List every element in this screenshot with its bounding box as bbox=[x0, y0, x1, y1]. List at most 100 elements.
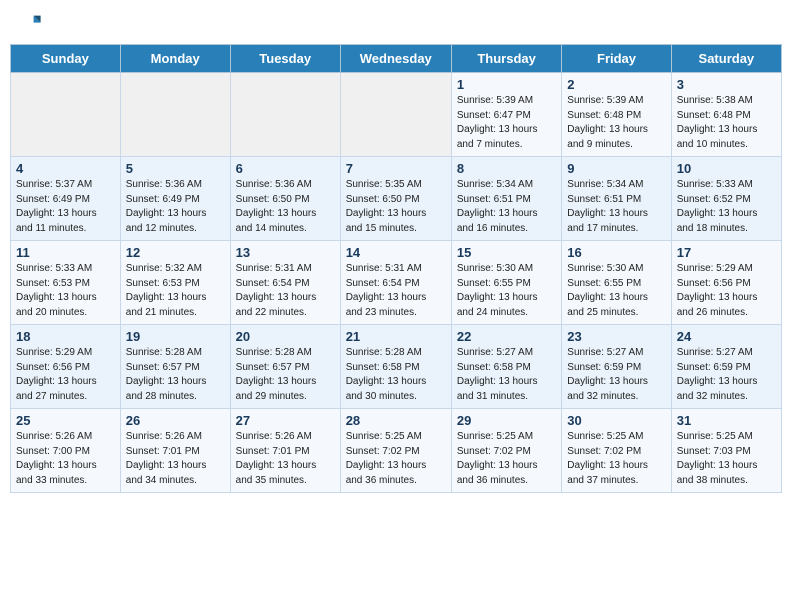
day-of-week-header: Saturday bbox=[671, 45, 781, 73]
calendar-cell: 20 Sunrise: 5:28 AM Sunset: 6:57 PM Dayli… bbox=[230, 325, 340, 409]
calendar-cell: 5 Sunrise: 5:36 AM Sunset: 6:49 PM Daylig… bbox=[120, 157, 230, 241]
day-number: 4 bbox=[16, 161, 115, 176]
day-number: 29 bbox=[457, 413, 556, 428]
calendar-cell: 28 Sunrise: 5:25 AM Sunset: 7:02 PM Dayli… bbox=[340, 409, 451, 493]
day-of-week-header: Monday bbox=[120, 45, 230, 73]
calendar-cell: 8 Sunrise: 5:34 AM Sunset: 6:51 PM Daylig… bbox=[451, 157, 561, 241]
day-content: Sunrise: 5:39 AM Sunset: 6:48 PM Dayligh… bbox=[567, 94, 665, 152]
calendar-cell: 2Sunrise: 5:39 AM Sunset: 6:48 PM Daylig… bbox=[562, 73, 671, 157]
day-content: Sunrise: 5:29 AM Sunset: 6:56 PM Dayligh… bbox=[677, 262, 776, 320]
day-number: 8 bbox=[457, 161, 556, 176]
day-of-week-header: Thursday bbox=[451, 45, 561, 73]
day-content: Sunrise: 5:27 AM Sunset: 6:59 PM Dayligh… bbox=[567, 346, 665, 404]
calendar-body: 1 Sunrise: 5:39 AM Sunset: 6:47 PM Daylig… bbox=[11, 73, 782, 493]
day-content: Sunrise: 5:37 AM Sunset: 6:49 PM Dayligh… bbox=[16, 178, 115, 236]
days-of-week-row: SundayMondayTuesdayWednesdayThursdayFrid… bbox=[11, 45, 782, 73]
day-number: 9 bbox=[567, 161, 665, 176]
calendar-cell: 18 Sunrise: 5:29 AM Sunset: 6:56 PM Dayli… bbox=[11, 325, 121, 409]
calendar-cell: 7Sunrise: 5:35 AM Sunset: 6:50 PM Daylig… bbox=[340, 157, 451, 241]
day-content: Sunrise: 5:34 AM Sunset: 6:51 PM Dayligh… bbox=[567, 178, 665, 236]
day-number: 14 bbox=[346, 245, 446, 260]
day-number: 25 bbox=[16, 413, 115, 428]
day-content: Sunrise: 5:30 AM Sunset: 6:55 PM Dayligh… bbox=[457, 262, 556, 320]
day-number: 5 bbox=[126, 161, 225, 176]
calendar-cell: 1 Sunrise: 5:39 AM Sunset: 6:47 PM Daylig… bbox=[451, 73, 561, 157]
day-content: Sunrise: 5:28 AM Sunset: 6:58 PM Dayligh… bbox=[346, 346, 446, 404]
day-number: 18 bbox=[16, 329, 115, 344]
logo bbox=[14, 10, 46, 38]
calendar-cell: 29 Sunrise: 5:25 AM Sunset: 7:02 PM Dayli… bbox=[451, 409, 561, 493]
calendar-cell: 12Sunrise: 5:32 AM Sunset: 6:53 PM Dayli… bbox=[120, 241, 230, 325]
day-content: Sunrise: 5:26 AM Sunset: 7:01 PM Dayligh… bbox=[236, 430, 335, 488]
day-number: 30 bbox=[567, 413, 665, 428]
calendar-cell: 24Sunrise: 5:27 AM Sunset: 6:59 PM Dayli… bbox=[671, 325, 781, 409]
day-content: Sunrise: 5:31 AM Sunset: 6:54 PM Dayligh… bbox=[346, 262, 446, 320]
day-content: Sunrise: 5:29 AM Sunset: 6:56 PM Dayligh… bbox=[16, 346, 115, 404]
calendar-cell: 27 Sunrise: 5:26 AM Sunset: 7:01 PM Dayli… bbox=[230, 409, 340, 493]
calendar-week-row: 25 Sunrise: 5:26 AM Sunset: 7:00 PM Dayli… bbox=[11, 409, 782, 493]
calendar-cell bbox=[340, 73, 451, 157]
day-of-week-header: Wednesday bbox=[340, 45, 451, 73]
calendar-week-row: 18 Sunrise: 5:29 AM Sunset: 6:56 PM Dayli… bbox=[11, 325, 782, 409]
day-number: 13 bbox=[236, 245, 335, 260]
calendar-cell: 10Sunrise: 5:33 AM Sunset: 6:52 PM Dayli… bbox=[671, 157, 781, 241]
calendar-cell bbox=[11, 73, 121, 157]
day-number: 20 bbox=[236, 329, 335, 344]
day-content: Sunrise: 5:25 AM Sunset: 7:02 PM Dayligh… bbox=[346, 430, 446, 488]
day-of-week-header: Sunday bbox=[11, 45, 121, 73]
calendar-cell: 9 Sunrise: 5:34 AM Sunset: 6:51 PM Daylig… bbox=[562, 157, 671, 241]
calendar-cell: 31 Sunrise: 5:25 AM Sunset: 7:03 PM Dayli… bbox=[671, 409, 781, 493]
day-number: 3 bbox=[677, 77, 776, 92]
day-number: 16 bbox=[567, 245, 665, 260]
day-content: Sunrise: 5:27 AM Sunset: 6:58 PM Dayligh… bbox=[457, 346, 556, 404]
calendar-cell: 6Sunrise: 5:36 AM Sunset: 6:50 PM Daylig… bbox=[230, 157, 340, 241]
calendar-week-row: 4 Sunrise: 5:37 AM Sunset: 6:49 PM Daylig… bbox=[11, 157, 782, 241]
day-content: Sunrise: 5:27 AM Sunset: 6:59 PM Dayligh… bbox=[677, 346, 776, 404]
day-number: 23 bbox=[567, 329, 665, 344]
day-content: Sunrise: 5:26 AM Sunset: 7:00 PM Dayligh… bbox=[16, 430, 115, 488]
calendar-cell: 23 Sunrise: 5:27 AM Sunset: 6:59 PM Dayli… bbox=[562, 325, 671, 409]
calendar-cell: 21Sunrise: 5:28 AM Sunset: 6:58 PM Dayli… bbox=[340, 325, 451, 409]
calendar-cell: 4 Sunrise: 5:37 AM Sunset: 6:49 PM Daylig… bbox=[11, 157, 121, 241]
day-number: 26 bbox=[126, 413, 225, 428]
calendar-cell: 13 Sunrise: 5:31 AM Sunset: 6:54 PM Dayli… bbox=[230, 241, 340, 325]
day-content: Sunrise: 5:39 AM Sunset: 6:47 PM Dayligh… bbox=[457, 94, 556, 152]
page-header bbox=[10, 10, 782, 38]
day-number: 1 bbox=[457, 77, 556, 92]
day-number: 10 bbox=[677, 161, 776, 176]
calendar-cell: 3 Sunrise: 5:38 AM Sunset: 6:48 PM Daylig… bbox=[671, 73, 781, 157]
calendar-week-row: 11Sunrise: 5:33 AM Sunset: 6:53 PM Dayli… bbox=[11, 241, 782, 325]
day-number: 17 bbox=[677, 245, 776, 260]
calendar-header: SundayMondayTuesdayWednesdayThursdayFrid… bbox=[11, 45, 782, 73]
day-of-week-header: Friday bbox=[562, 45, 671, 73]
day-number: 22 bbox=[457, 329, 556, 344]
day-content: Sunrise: 5:25 AM Sunset: 7:03 PM Dayligh… bbox=[677, 430, 776, 488]
calendar-cell bbox=[230, 73, 340, 157]
calendar-cell: 19Sunrise: 5:28 AM Sunset: 6:57 PM Dayli… bbox=[120, 325, 230, 409]
day-number: 15 bbox=[457, 245, 556, 260]
day-number: 28 bbox=[346, 413, 446, 428]
calendar-cell: 11Sunrise: 5:33 AM Sunset: 6:53 PM Dayli… bbox=[11, 241, 121, 325]
day-content: Sunrise: 5:25 AM Sunset: 7:02 PM Dayligh… bbox=[457, 430, 556, 488]
calendar-table: SundayMondayTuesdayWednesdayThursdayFrid… bbox=[10, 44, 782, 493]
day-content: Sunrise: 5:33 AM Sunset: 6:53 PM Dayligh… bbox=[16, 262, 115, 320]
day-of-week-header: Tuesday bbox=[230, 45, 340, 73]
day-content: Sunrise: 5:34 AM Sunset: 6:51 PM Dayligh… bbox=[457, 178, 556, 236]
logo-icon bbox=[14, 10, 42, 38]
day-content: Sunrise: 5:30 AM Sunset: 6:55 PM Dayligh… bbox=[567, 262, 665, 320]
calendar-cell: 16 Sunrise: 5:30 AM Sunset: 6:55 PM Dayli… bbox=[562, 241, 671, 325]
day-number: 27 bbox=[236, 413, 335, 428]
day-content: Sunrise: 5:28 AM Sunset: 6:57 PM Dayligh… bbox=[236, 346, 335, 404]
day-number: 31 bbox=[677, 413, 776, 428]
day-content: Sunrise: 5:36 AM Sunset: 6:49 PM Dayligh… bbox=[126, 178, 225, 236]
day-content: Sunrise: 5:35 AM Sunset: 6:50 PM Dayligh… bbox=[346, 178, 446, 236]
calendar-cell: 26Sunrise: 5:26 AM Sunset: 7:01 PM Dayli… bbox=[120, 409, 230, 493]
calendar-cell: 14 Sunrise: 5:31 AM Sunset: 6:54 PM Dayli… bbox=[340, 241, 451, 325]
day-content: Sunrise: 5:31 AM Sunset: 6:54 PM Dayligh… bbox=[236, 262, 335, 320]
calendar-cell: 15 Sunrise: 5:30 AM Sunset: 6:55 PM Dayli… bbox=[451, 241, 561, 325]
calendar-week-row: 1 Sunrise: 5:39 AM Sunset: 6:47 PM Daylig… bbox=[11, 73, 782, 157]
calendar-cell: 30Sunrise: 5:25 AM Sunset: 7:02 PM Dayli… bbox=[562, 409, 671, 493]
day-number: 19 bbox=[126, 329, 225, 344]
day-content: Sunrise: 5:38 AM Sunset: 6:48 PM Dayligh… bbox=[677, 94, 776, 152]
calendar-cell: 22 Sunrise: 5:27 AM Sunset: 6:58 PM Dayli… bbox=[451, 325, 561, 409]
